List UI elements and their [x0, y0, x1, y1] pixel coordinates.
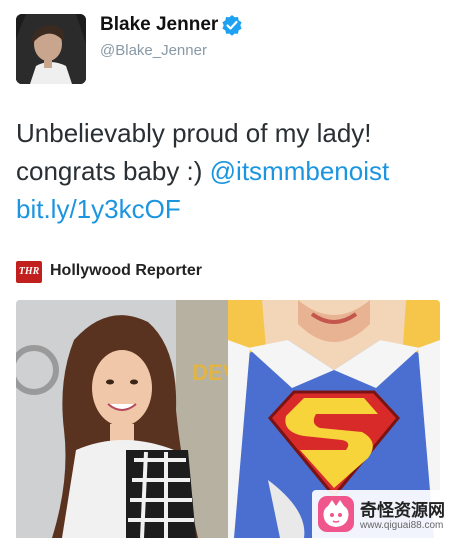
tweet-text-line-2: congrats baby :) @itsmmbenoist [16, 152, 446, 190]
woman-photo: DEV [16, 300, 238, 538]
author-handle[interactable]: @Blake_Jenner [100, 42, 207, 59]
author-name[interactable]: Blake Jenner [100, 14, 218, 36]
tweet-header: Blake Jenner @Blake_Jenner [0, 0, 456, 100]
watermark-title: 奇怪资源网 [360, 501, 445, 520]
url-link[interactable]: bit.ly/1y3kcOF [16, 194, 181, 224]
verified-badge-icon [222, 15, 242, 36]
avatar-image [16, 14, 86, 84]
tweet-text: Unbelievably proud of my lady! congrats … [16, 114, 446, 228]
tweet-text-line-1: Unbelievably proud of my lady! [16, 118, 372, 148]
watermark-logo-icon [318, 496, 354, 532]
source-name: Hollywood Reporter [50, 262, 203, 279]
photo-left: DEV [16, 300, 238, 538]
avatar[interactable] [16, 14, 86, 84]
watermark-url: www.qiguai88.com [360, 520, 444, 531]
watermark: 奇怪资源网 www.qiguai88.com [312, 490, 456, 538]
source-logo: THR [16, 261, 42, 283]
svg-text:DEV: DEV [192, 360, 230, 385]
mention-link[interactable]: @itsmmbenoist [210, 156, 390, 186]
tweet-text-prefix: congrats baby :) [16, 156, 210, 186]
